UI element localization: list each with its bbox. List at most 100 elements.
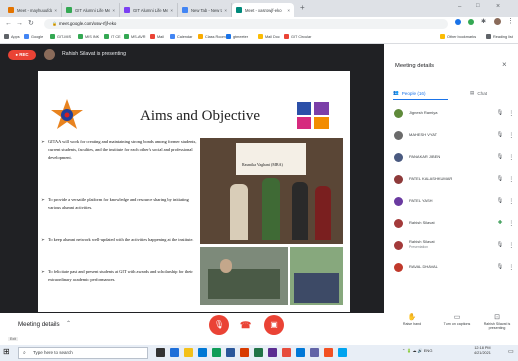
bookmark-item[interactable]: GIT-MIS: [50, 34, 71, 39]
more-options-icon[interactable]: ⋮: [507, 176, 516, 183]
mic-off-icon: 🎙: [496, 264, 504, 270]
browser-tab[interactable]: GIT Alumni Life Membership×: [62, 3, 120, 17]
windows-start-icon[interactable]: ⊞: [3, 347, 10, 356]
chevron-up-icon[interactable]: ⌃: [66, 320, 71, 327]
bookmark-icon: [226, 34, 231, 39]
pin-icon[interactable]: ✚: [493, 220, 506, 226]
extension-icon[interactable]: [468, 19, 474, 25]
more-options-icon[interactable]: ⋮: [507, 110, 516, 117]
tab-chat[interactable]: ▤ Chat: [470, 87, 510, 99]
participant-row[interactable]: Rahish Silavat ✚ ⋮: [388, 214, 516, 232]
powerpoint-icon[interactable]: [240, 348, 249, 357]
word-icon[interactable]: [226, 348, 235, 357]
address-bar[interactable]: 🔒 meet.google.com/xsw-rfjf-eko: [44, 19, 448, 29]
event-photo: Rasmika Vaghani (MBA): [200, 138, 343, 244]
participant-row[interactable]: Jignesh Ramiya 🎙 ⋮: [388, 104, 516, 122]
taskbar-search-input[interactable]: ⌕ Type here to search: [18, 347, 148, 359]
camera-off-icon: ▣: [270, 320, 278, 329]
bookmark-item[interactable]: MS-AVR: [124, 34, 146, 39]
more-options-icon[interactable]: ⋮: [507, 198, 516, 205]
participant-row[interactable]: Rahish Silavat Presentation 🎙 ⋮: [388, 236, 516, 254]
app-icon[interactable]: [282, 348, 291, 357]
leave-call-button[interactable]: ☎: [240, 320, 251, 331]
edge-icon[interactable]: [170, 348, 179, 357]
bookmark-item[interactable]: Reading list: [486, 34, 513, 39]
bookmark-item[interactable]: Other bookmarks: [440, 34, 476, 39]
app-icon[interactable]: [268, 348, 277, 357]
bookmark-item[interactable]: Google: [24, 34, 43, 39]
back-icon[interactable]: ←: [5, 18, 12, 30]
bookmark-icon: [104, 34, 109, 39]
camera-off-button[interactable]: ▣: [264, 315, 284, 335]
event-photo: [200, 247, 288, 305]
exit-label: Exit: [8, 337, 18, 341]
close-tab-icon[interactable]: ×: [224, 8, 227, 13]
people-icon: 👥: [393, 90, 399, 95]
bookmark-icon: [124, 34, 129, 39]
participant-row[interactable]: PATEL YASH 🎙 ⋮: [388, 192, 516, 210]
mic-off-icon: 🎙: [496, 132, 504, 138]
presenting-button[interactable]: ⊡ Rahish Silavat is presenting: [478, 313, 516, 330]
browser-menu-icon[interactable]: ⋮: [507, 17, 514, 25]
teams-icon[interactable]: [310, 348, 319, 357]
system-tray[interactable]: ⌃ 🔋 ☁ 🔊 ENG: [402, 348, 432, 353]
participant-row[interactable]: MAHESH VYAT 🎙 ⋮: [388, 126, 516, 144]
close-tab-icon[interactable]: ×: [54, 8, 57, 13]
close-tab-icon[interactable]: ×: [287, 8, 290, 13]
browser-tab-active[interactable]: Meet - xasrowjf-eko ×: [232, 3, 294, 17]
task-view-icon[interactable]: [156, 348, 165, 357]
participant-row[interactable]: RAVAL DHAVAL 🎙 ⋮: [388, 258, 516, 276]
close-tab-icon[interactable]: ×: [112, 8, 115, 13]
profile-avatar[interactable]: [494, 18, 501, 25]
browser-tab[interactable]: GIT Alumni Life Membership×: [120, 3, 178, 17]
bookmark-item[interactable]: Mail Doc: [258, 34, 280, 39]
notification-icon[interactable]: ▭: [508, 348, 514, 355]
minimize-window-button[interactable]: –: [458, 4, 461, 10]
close-tab-icon[interactable]: ×: [170, 8, 173, 13]
store-icon[interactable]: [198, 348, 207, 357]
meeting-details-button[interactable]: Meeting details: [18, 321, 60, 328]
app-icon[interactable]: [338, 348, 347, 357]
raise-hand-button[interactable]: ✋ Raise hand: [392, 313, 432, 326]
tab-people[interactable]: 👥 People (16): [393, 87, 448, 100]
close-window-button[interactable]: ×: [496, 3, 500, 10]
more-options-icon[interactable]: ⋮: [507, 242, 516, 249]
calendar-icon: [170, 34, 175, 39]
lock-icon: 🔒: [52, 21, 57, 26]
close-icon[interactable]: ×: [502, 60, 507, 69]
more-options-icon[interactable]: ⋮: [507, 264, 516, 271]
bookmark-item[interactable]: Apps: [4, 34, 20, 39]
extensions-puzzle-icon[interactable]: ✱: [481, 18, 486, 25]
chat-icon: ▤: [470, 90, 475, 95]
app-icon[interactable]: [296, 348, 305, 357]
chrome-icon[interactable]: [212, 348, 221, 357]
mic-off-icon: 🎙: [496, 154, 504, 160]
participant-row[interactable]: PATEL KALASHKUMAR 🎙 ⋮: [388, 170, 516, 188]
forward-icon[interactable]: →: [16, 18, 23, 30]
bookmark-item[interactable]: MIS INK: [78, 34, 99, 39]
reload-icon[interactable]: ↻: [28, 18, 34, 30]
browser-tab[interactable]: Meet - mayhuuufdadjofu×: [4, 3, 62, 17]
participant-row[interactable]: PANAKAR JIBEN 🎙 ⋮: [388, 148, 516, 166]
bookmark-item[interactable]: Class Room: [198, 34, 226, 39]
system-clock[interactable]: 12:18 PM 4/21/2021: [474, 346, 491, 356]
slide-bullet: ➢ To keep alumni network well-updated wit…: [41, 237, 194, 242]
maximize-window-button[interactable]: □: [476, 3, 480, 9]
more-options-icon[interactable]: ⋮: [507, 154, 516, 161]
bookmark-item[interactable]: IT CE: [104, 34, 121, 39]
bookmark-item[interactable]: gtmeeter: [226, 34, 248, 39]
slide-bullet: ➢ GITAA will work for creating and mainta…: [41, 139, 197, 161]
app-icon[interactable]: [324, 348, 333, 357]
more-options-icon[interactable]: ⋮: [507, 220, 516, 227]
bookmark-item[interactable]: Mail: [150, 34, 164, 39]
new-tab-button[interactable]: +: [300, 3, 305, 12]
browser-tab[interactable]: New Tab - New tab×: [178, 3, 232, 17]
bookmark-item[interactable]: Calendar: [170, 34, 192, 39]
file-explorer-icon[interactable]: [184, 348, 193, 357]
mic-off-button[interactable]: 🎙: [209, 315, 229, 335]
bookmark-item[interactable]: GIT Circular: [284, 34, 311, 39]
excel-icon[interactable]: [254, 348, 263, 357]
extension-icon[interactable]: [455, 19, 461, 25]
captions-button[interactable]: ▭ Turn on captions: [436, 313, 478, 326]
more-options-icon[interactable]: ⋮: [507, 132, 516, 139]
